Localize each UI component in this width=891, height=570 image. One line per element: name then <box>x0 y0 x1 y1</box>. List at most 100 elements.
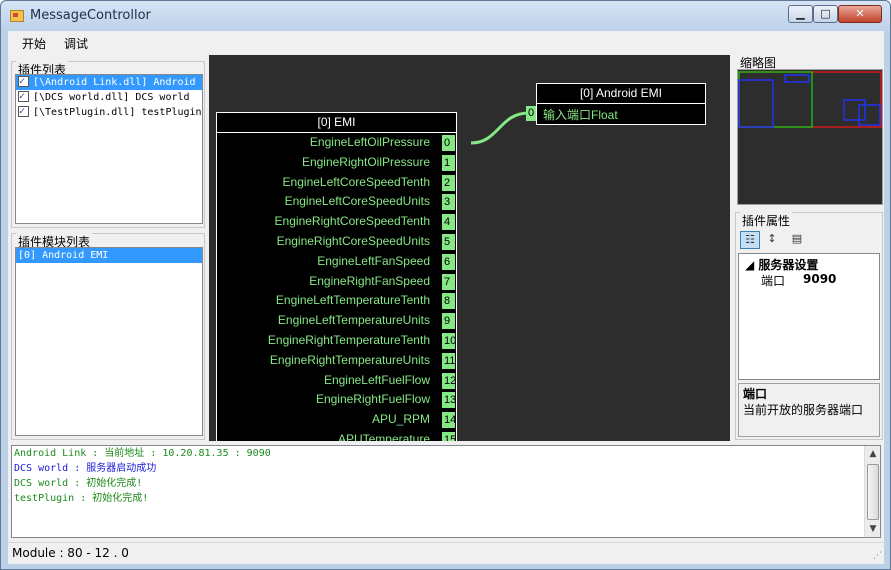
port-label: EngineLeftFuelFlow <box>323 372 430 387</box>
android-emi-node[interactable]: [0] Android EMI 0 输入端口Float <box>526 83 706 125</box>
menu-start[interactable]: 开始 <box>22 35 46 52</box>
sort-alpha-icon[interactable]: ↕ <box>762 231 782 249</box>
log-scrollbar[interactable]: ▲ ▼ <box>864 446 880 537</box>
client-area: 开始 调试 插件列表 [\Android Link.dll] Android L… <box>8 31 884 564</box>
scroll-down-icon[interactable]: ▼ <box>865 521 880 537</box>
port-label: EngineRightTemperatureUnits <box>269 352 430 367</box>
status-bar: Module : 80 - 12 . 0 ⋰ <box>8 542 884 564</box>
emi-output-port[interactable]: EngineRightCoreSpeedTenth 4 <box>217 212 456 232</box>
scroll-up-icon[interactable]: ▲ <box>865 446 880 462</box>
categorized-icon[interactable]: ☷ <box>740 231 760 249</box>
close-button[interactable]: ✕ <box>838 5 882 23</box>
scroll-thumb[interactable] <box>867 464 879 520</box>
port-label: EngineLeftCoreSpeedTenth <box>282 174 430 189</box>
emi-output-port[interactable]: EngineLeftCoreSpeedUnits 3 <box>217 192 456 212</box>
port-number[interactable]: 8 <box>442 293 455 310</box>
emi-node[interactable]: [0] EMI EngineLeftOilPressure 0 EngineRigh… <box>216 112 457 441</box>
port-number[interactable]: 4 <box>442 214 455 231</box>
emi-node-header[interactable]: [0] EMI <box>217 113 456 133</box>
port-label: EngineRightTemperatureTenth <box>267 332 430 347</box>
property-pages-icon[interactable]: ▤ <box>787 231 807 249</box>
port-number[interactable]: 5 <box>442 233 455 250</box>
node-canvas[interactable]: [0] EMI EngineLeftOilPressure 0 EngineRigh… <box>209 55 730 441</box>
port-label: EngineRightCoreSpeedTenth <box>274 214 430 229</box>
app-icon <box>10 10 24 22</box>
checkbox-icon[interactable] <box>18 89 29 104</box>
plugin-item-label: [\Android Link.dll] Android Li <box>33 77 203 88</box>
log-line: Android Link : 当前地址 : 10.20.81.35 : 9090 <box>14 448 271 459</box>
input-port-number[interactable]: 0 <box>526 106 536 121</box>
module-list-group: 插件模块列表 [0] Android EMI <box>11 233 205 440</box>
log-line: testPlugin : 初始化完成! <box>14 493 149 504</box>
thumbnail-view[interactable] <box>737 69 883 205</box>
port-number[interactable]: 14 <box>442 412 456 429</box>
emi-output-port[interactable]: APU_RPM 14 <box>217 410 456 430</box>
title-bar[interactable]: MessageControllor ▁ □ ✕ <box>1 1 890 31</box>
emi-output-port[interactable]: EngineLeftTemperatureTenth 8 <box>217 291 456 311</box>
port-number[interactable]: 13 <box>442 392 456 409</box>
property-name[interactable]: 端口 <box>761 272 785 289</box>
resize-grip-icon[interactable]: ⋰ <box>873 551 882 561</box>
module-list[interactable]: [0] Android EMI <box>15 247 203 436</box>
menu-debug[interactable]: 调试 <box>64 35 88 52</box>
maximize-button[interactable]: □ <box>813 5 838 23</box>
emi-output-port[interactable]: APUTemperature 15 <box>217 430 456 441</box>
emi-output-port[interactable]: EngineRightTemperatureUnits 11 <box>217 351 456 371</box>
log-line: DCS world : 初始化完成! <box>14 478 143 489</box>
status-text: Module : 80 - 12 . 0 <box>12 546 129 560</box>
module-item-android-emi[interactable]: [0] Android EMI <box>16 248 202 263</box>
emi-output-port[interactable]: EngineRightOilPressure 1 <box>217 153 456 173</box>
port-label: APU_RPM <box>371 412 430 427</box>
checkbox-icon[interactable] <box>18 75 29 89</box>
collapse-icon[interactable]: ◢ <box>745 258 754 272</box>
properties-title: 插件属性 <box>740 212 793 229</box>
port-number[interactable]: 1 <box>442 154 455 171</box>
emi-output-port[interactable]: EngineRightCoreSpeedUnits 5 <box>217 232 456 252</box>
port-number[interactable]: 10 <box>442 332 456 349</box>
maximize-icon: □ <box>820 7 831 20</box>
property-description: 端口 当前开放的服务器端口 <box>738 383 880 437</box>
plugin-item-dcs-world[interactable]: [\DCS world.dll] DCS world <box>16 89 202 105</box>
port-number[interactable]: 12 <box>442 372 456 389</box>
minimize-icon: ▁ <box>796 7 805 20</box>
android-input-port[interactable]: 0 输入端口Float <box>526 104 705 124</box>
port-number[interactable]: 3 <box>442 194 455 211</box>
checkbox-icon[interactable] <box>18 104 29 119</box>
plugin-item-label: [\TestPlugin.dll] testPlugin <box>33 107 202 118</box>
port-label: EngineLeftTemperatureUnits <box>277 313 430 328</box>
description-title: 端口 <box>743 387 768 401</box>
android-emi-node-header[interactable]: [0] Android EMI <box>537 84 705 104</box>
port-number[interactable]: 6 <box>442 253 455 270</box>
plugin-item-testplugin[interactable]: [\TestPlugin.dll] testPlugin <box>16 104 202 120</box>
category-row[interactable]: ◢ 服务器设置 <box>745 256 818 273</box>
property-value[interactable]: 9090 <box>803 272 836 286</box>
emi-output-port[interactable]: EngineRightFuelFlow 13 <box>217 390 456 410</box>
port-number[interactable]: 0 <box>442 135 455 151</box>
emi-output-port[interactable]: EngineRightFanSpeed 7 <box>217 272 456 292</box>
plugin-item-android-link[interactable]: [\Android Link.dll] Android Li <box>16 75 202 90</box>
emi-output-port[interactable]: EngineRightTemperatureTenth 10 <box>217 331 456 351</box>
input-port-label: 输入端口Float <box>543 108 618 122</box>
minimize-button[interactable]: ▁ <box>788 5 813 23</box>
property-grid[interactable]: ◢ 服务器设置 端口 9090 <box>738 253 880 380</box>
log-textbox[interactable]: Android Link : 当前地址 : 10.20.81.35 : 9090… <box>11 445 881 538</box>
port-number[interactable]: 11 <box>442 352 455 369</box>
emi-output-port[interactable]: EngineLeftOilPressure 0 <box>217 133 456 153</box>
port-number[interactable]: 2 <box>442 174 455 191</box>
port-label: EngineLeftOilPressure <box>309 135 430 149</box>
port-number[interactable]: 9 <box>442 313 455 330</box>
emi-output-port[interactable]: EngineLeftTemperatureUnits 9 <box>217 311 456 331</box>
window-title: MessageControllor <box>30 8 151 23</box>
emi-output-port[interactable]: EngineLeftFuelFlow 12 <box>217 371 456 391</box>
port-label: EngineRightFanSpeed <box>309 273 430 288</box>
port-label: EngineRightOilPressure <box>301 154 430 169</box>
thumbnail-minimap <box>738 71 882 128</box>
emi-output-port[interactable]: EngineLeftFanSpeed 6 <box>217 252 456 272</box>
plugin-list[interactable]: [\Android Link.dll] Android Li [\DCS wor… <box>15 74 203 224</box>
emi-port-list: EngineLeftOilPressure 0 EngineRightOilPres… <box>217 133 456 441</box>
port-label: EngineLeftCoreSpeedUnits <box>284 194 430 209</box>
port-number[interactable]: 15 <box>442 431 456 441</box>
connection-wire[interactable] <box>470 111 530 145</box>
port-number[interactable]: 7 <box>442 273 455 290</box>
emi-output-port[interactable]: EngineLeftCoreSpeedTenth 2 <box>217 173 456 193</box>
